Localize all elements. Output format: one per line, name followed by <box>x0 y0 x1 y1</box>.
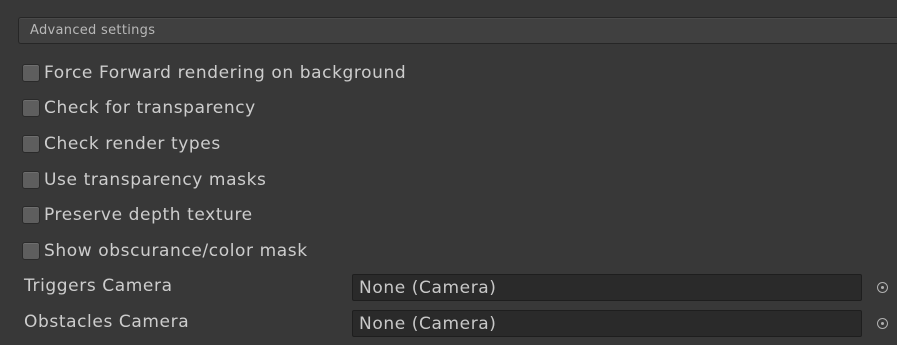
use-transparency-masks-checkbox[interactable] <box>22 171 40 189</box>
toggle-label: Check render types <box>44 134 221 154</box>
toggle-label: Use transparency masks <box>44 170 267 190</box>
obstacles-camera-label: Obstacles Camera <box>24 312 190 332</box>
show-obscurance-mask-checkbox[interactable] <box>22 242 40 260</box>
obstacles-camera-field[interactable]: None (Camera) <box>352 310 862 337</box>
object-picker-icon[interactable] <box>877 318 888 329</box>
object-picker-icon[interactable] <box>877 282 888 293</box>
triggers-camera-value: None (Camera) <box>359 278 497 298</box>
triggers-camera-row: Triggers Camera None (Camera) <box>22 272 897 302</box>
check-transparency-checkbox[interactable] <box>22 99 40 117</box>
advanced-settings-header[interactable]: Advanced settings <box>18 17 897 44</box>
obstacles-camera-value: None (Camera) <box>359 314 497 334</box>
triggers-camera-label: Triggers Camera <box>24 276 173 296</box>
obstacles-camera-row: Obstacles Camera None (Camera) <box>22 308 897 338</box>
toggle-use-transparency-masks[interactable]: Use transparency masks <box>22 165 722 195</box>
section-title: Advanced settings <box>30 23 156 38</box>
toggle-force-forward-rendering[interactable]: Force Forward rendering on background <box>22 58 722 88</box>
advanced-settings-panel: Advanced settings Force Forward renderin… <box>0 0 897 345</box>
toggle-preserve-depth-texture[interactable]: Preserve depth texture <box>22 200 722 230</box>
triggers-camera-field[interactable]: None (Camera) <box>352 274 862 301</box>
toggle-label: Preserve depth texture <box>44 205 253 225</box>
check-render-types-checkbox[interactable] <box>22 135 40 153</box>
toggle-check-transparency[interactable]: Check for transparency <box>22 93 722 123</box>
preserve-depth-texture-checkbox[interactable] <box>22 206 40 224</box>
toggle-check-render-types[interactable]: Check render types <box>22 129 722 159</box>
toggle-label: Show obscurance/color mask <box>44 241 308 261</box>
force-forward-rendering-checkbox[interactable] <box>22 64 40 82</box>
toggle-label: Check for transparency <box>44 98 256 118</box>
toggle-label: Force Forward rendering on background <box>44 63 407 83</box>
toggle-show-obscurance-mask[interactable]: Show obscurance/color mask <box>22 236 722 266</box>
